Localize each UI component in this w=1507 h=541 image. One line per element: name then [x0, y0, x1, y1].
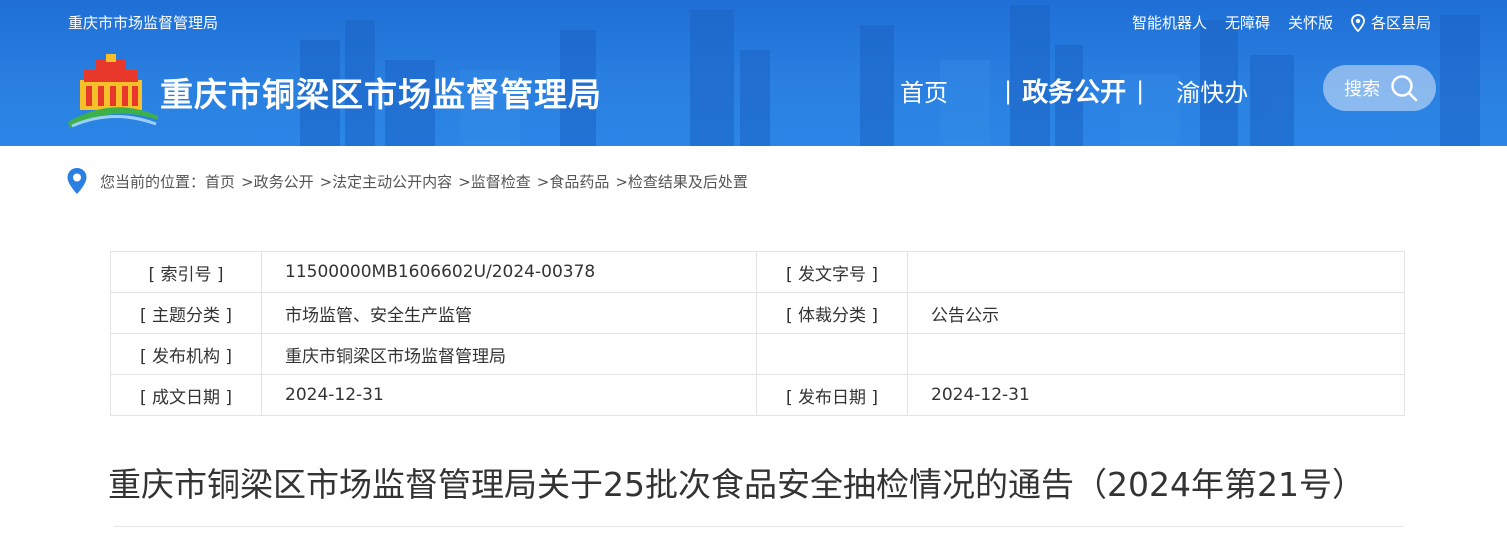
- breadcrumb-supervision[interactable]: >监督检查: [458, 171, 531, 192]
- nav-separator: |: [1004, 76, 1013, 105]
- breadcrumb-home[interactable]: 首页: [205, 171, 235, 192]
- meta-value: 公告公示: [907, 292, 1405, 334]
- search-button[interactable]: 搜索: [1323, 65, 1436, 111]
- meta-label: [ 主题分类 ]: [110, 292, 262, 334]
- table-row: [ 主题分类 ] 市场监管、安全生产监管 [ 体裁分类 ] 公告公示: [110, 292, 1405, 334]
- accessibility-link[interactable]: 无障碍: [1225, 12, 1270, 33]
- nav-government-affairs[interactable]: 政务公开: [1022, 72, 1126, 109]
- main-nav: 首页 | 政务公开 | 渝快办: [900, 72, 1248, 109]
- breadcrumb-food-drug[interactable]: >食品药品: [537, 171, 610, 192]
- meta-value: [907, 251, 1405, 293]
- meta-label: [ 发文字号 ]: [756, 251, 908, 293]
- meta-label: [756, 333, 908, 375]
- meta-label: [ 体裁分类 ]: [756, 292, 908, 334]
- breadcrumb-results[interactable]: >检查结果及后处置: [615, 171, 748, 192]
- meta-value: 2024-12-31: [907, 374, 1405, 416]
- search-label: 搜索: [1344, 79, 1380, 100]
- robot-link[interactable]: 智能机器人: [1132, 12, 1207, 33]
- location-marker-icon: [67, 168, 87, 194]
- parent-agency-link[interactable]: 重庆市市场监督管理局: [68, 12, 218, 33]
- nav-separator: |: [1136, 76, 1145, 105]
- table-row: [ 发布机构 ] 重庆市铜梁区市场监督管理局: [110, 333, 1405, 375]
- meta-value: 市场监管、安全生产监管: [261, 292, 757, 334]
- table-row: [ 索引号 ] 11500000MB1606602U/2024-00378 [ …: [110, 251, 1405, 293]
- breadcrumb-government-affairs[interactable]: >政务公开: [241, 171, 314, 192]
- breadcrumb: 您当前的位置： 首页 >政务公开 >法定主动公开内容 >监督检查 >食品药品 >…: [66, 167, 748, 195]
- search-icon: [1391, 75, 1418, 102]
- meta-value: 重庆市铜梁区市场监督管理局: [261, 333, 757, 375]
- breadcrumb-prefix: 您当前的位置：: [100, 172, 206, 191]
- title-divider: [114, 526, 1404, 527]
- care-mode-link[interactable]: 关怀版: [1288, 12, 1333, 33]
- region-link[interactable]: 各区县局: [1351, 12, 1431, 33]
- meta-label: [ 索引号 ]: [110, 251, 262, 293]
- location-pin-icon: [1351, 13, 1365, 32]
- site-logo[interactable]: [66, 52, 160, 130]
- document-title: 重庆市铜梁区市场监督管理局关于25批次食品安全抽检情况的通告（2024年第21号…: [108, 465, 1365, 504]
- meta-label: [ 成文日期 ]: [110, 374, 262, 416]
- nav-home[interactable]: 首页: [900, 73, 948, 108]
- meta-value: 2024-12-31: [261, 374, 757, 416]
- breadcrumb-statutory-disclosure[interactable]: >法定主动公开内容: [320, 171, 453, 192]
- meta-label: [ 发布日期 ]: [756, 374, 908, 416]
- meta-value: 11500000MB1606602U/2024-00378: [261, 251, 757, 293]
- table-row: [ 成文日期 ] 2024-12-31 [ 发布日期 ] 2024-12-31: [110, 374, 1405, 416]
- site-title[interactable]: 重庆市铜梁区市场监督管理局: [160, 68, 602, 116]
- meta-value: [907, 333, 1405, 375]
- meta-label: [ 发布机构 ]: [110, 333, 262, 375]
- region-label: 各区县局: [1370, 14, 1431, 32]
- utility-links: 智能机器人 无障碍 关怀版 各区县局: [1132, 12, 1431, 33]
- document-meta-table: [ 索引号 ] 11500000MB1606602U/2024-00378 [ …: [110, 251, 1405, 416]
- nav-yukuaiban[interactable]: 渝快办: [1176, 73, 1248, 108]
- site-header: 重庆市市场监督管理局 智能机器人 无障碍 关怀版 各区县局 重庆市铜梁区市场监督…: [0, 0, 1507, 146]
